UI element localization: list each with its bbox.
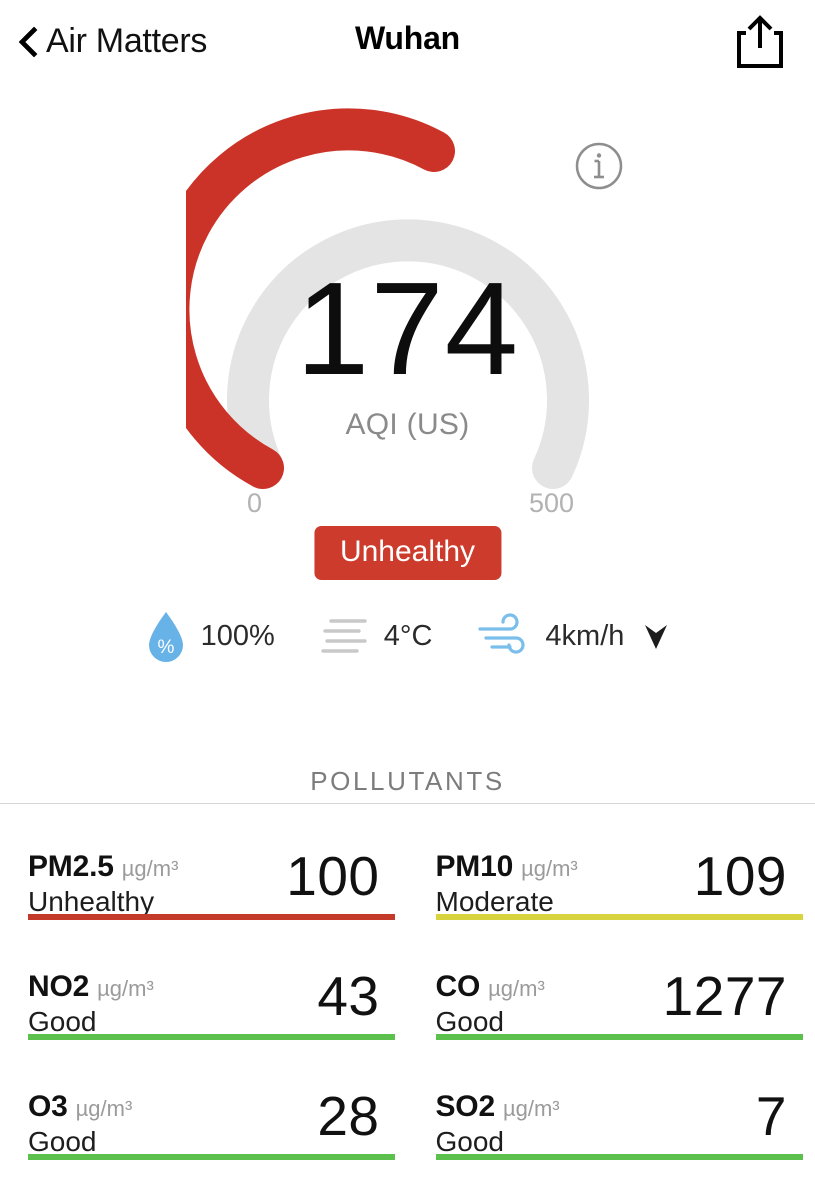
pollutant-name: O3 <box>28 1090 68 1123</box>
wind-icon <box>478 613 526 654</box>
aqi-gauge: 174 AQI (US) 0 500 <box>0 108 815 528</box>
share-button[interactable] <box>733 14 787 70</box>
aqi-value: 174 <box>295 255 520 402</box>
pollutant-level-bar <box>435 1034 803 1040</box>
pollutant-level-bar <box>435 914 803 920</box>
weather-summary: % 100% 4°C 4km/h <box>0 608 815 664</box>
pollutant-level-bar <box>435 1154 803 1160</box>
info-button[interactable] <box>573 140 625 192</box>
pollutant-cell-pm10[interactable]: PM10 µg/m³ Moderate 109 <box>408 812 815 932</box>
svg-text:%: % <box>157 637 174 658</box>
pollutant-name: NO2 <box>28 970 90 1003</box>
humidity-value: 100% <box>200 619 275 652</box>
pollutant-level-bar <box>28 1154 395 1160</box>
pollutant-value: 100 <box>286 845 380 907</box>
wind-item: 4km/h <box>476 613 671 659</box>
gauge-scale-min: 0 <box>247 488 263 518</box>
share-icon <box>737 15 783 68</box>
temperature-value: 4°C <box>383 619 433 652</box>
pollutant-level-bar <box>28 914 395 920</box>
pollutant-value: 7 <box>755 1085 787 1147</box>
pollutant-unit: µg/m³ <box>75 1096 133 1121</box>
pollutant-unit: µg/m³ <box>121 856 179 881</box>
pollutant-name: SO2 <box>435 1090 496 1123</box>
humidity-droplet-icon: % <box>148 612 183 662</box>
pollutant-row: NO2 µg/m³ Good 43 CO µg/m³ Good 1277 <box>0 932 815 1052</box>
pollutant-cell-no2[interactable]: NO2 µg/m³ Good 43 <box>0 932 408 1052</box>
humidity-item: % 100% <box>144 608 275 664</box>
aqi-unit-label: AQI (US) <box>345 408 470 441</box>
pollutant-cell-co[interactable]: CO µg/m³ Good 1277 <box>408 932 815 1052</box>
pollutant-unit: µg/m³ <box>488 976 545 1001</box>
air-quality-screen: Air Matters Wuhan 174 AQI (US) 0 500 Unh… <box>0 0 815 1200</box>
pollutant-unit: µg/m³ <box>521 856 578 881</box>
info-circle-icon <box>575 142 623 190</box>
pollutant-row: PM2.5 µg/m³ Unhealthy 100 PM10 µg/m³ Mod… <box>0 812 815 932</box>
pollutant-row: O3 µg/m³ Good 28 SO2 µg/m³ Good 7 <box>0 1052 815 1172</box>
gauge-scale-max: 500 <box>529 488 575 518</box>
pollutant-value: 43 <box>317 965 380 1027</box>
pollutant-cell-o3[interactable]: O3 µg/m³ Good 28 <box>0 1052 408 1172</box>
pollutant-level-bar <box>28 1034 395 1040</box>
pollutant-unit: µg/m³ <box>502 1096 560 1121</box>
pollutant-name: PM10 <box>435 850 514 883</box>
pollutant-grid: PM2.5 µg/m³ Unhealthy 100 PM10 µg/m³ Mod… <box>0 812 815 1172</box>
page-title: Wuhan <box>354 20 461 56</box>
status-badge[interactable]: Unhealthy <box>313 526 502 580</box>
pollutant-cell-pm25[interactable]: PM2.5 µg/m³ Unhealthy 100 <box>0 812 408 932</box>
pollutant-value: 109 <box>693 845 787 907</box>
pollutant-unit: µg/m³ <box>97 976 154 1001</box>
navigation-bar: Air Matters Wuhan <box>0 0 815 82</box>
pollutant-value: 28 <box>317 1085 380 1147</box>
pollutant-value: 1277 <box>662 965 787 1027</box>
wind-direction-arrow-icon <box>645 625 668 649</box>
temperature-lines-icon <box>321 619 367 653</box>
pollutant-name: CO <box>435 970 481 1003</box>
section-divider <box>0 803 815 804</box>
wind-value: 4km/h <box>545 619 625 652</box>
pollutants-section-title: POLLUTANTS <box>310 766 505 796</box>
pollutant-cell-so2[interactable]: SO2 µg/m³ Good 7 <box>408 1052 815 1172</box>
temperature-item: 4°C <box>319 613 433 659</box>
pollutant-name: PM2.5 <box>28 850 114 883</box>
